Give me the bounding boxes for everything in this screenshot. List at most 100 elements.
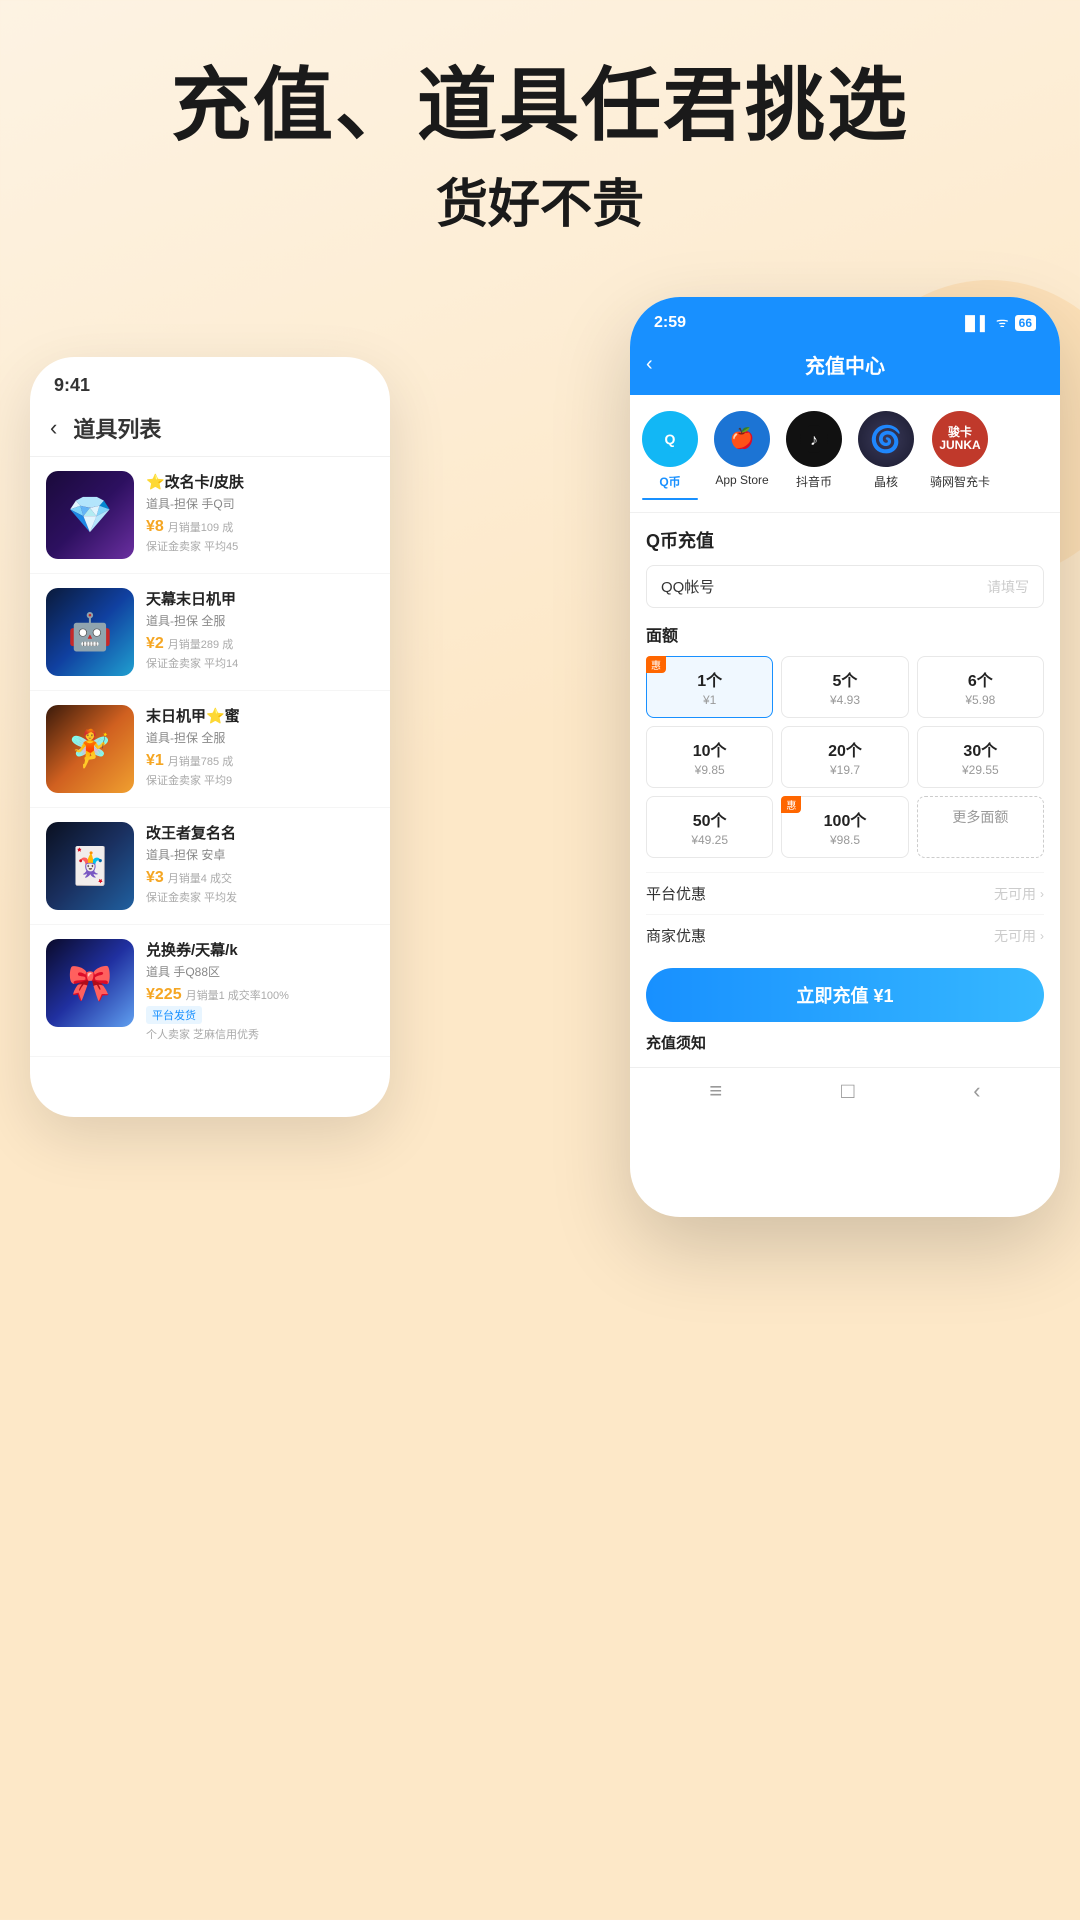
item-thumbnail: 🤖 bbox=[46, 588, 134, 676]
item-tag: 道具-担保 手Q司 bbox=[146, 495, 374, 512]
item-extra: 个人卖家 芝麻信用优秀 bbox=[146, 1026, 374, 1042]
amount-qty: 50个 bbox=[655, 807, 764, 831]
amount-badge: 惠 bbox=[646, 656, 666, 673]
qq-input-row[interactable]: QQ帐号 请填写 bbox=[646, 565, 1044, 608]
nav-menu-icon[interactable]: ≡ bbox=[709, 1078, 722, 1104]
tab-active-indicator bbox=[642, 498, 698, 500]
item-guarantee: 保证金卖家 平均14 bbox=[146, 655, 374, 671]
merchant-discount-value: 无可用 › bbox=[994, 926, 1044, 946]
tab-appstore[interactable]: 🍎 App Store bbox=[714, 411, 770, 500]
amount-cell-8[interactable]: 惠 100个 ¥98.5 bbox=[781, 796, 908, 858]
item-name: 末日机甲⭐蜜 bbox=[146, 705, 374, 726]
item-price: ¥225 bbox=[146, 986, 182, 1003]
nav-back-icon[interactable]: ‹ bbox=[973, 1078, 980, 1104]
amount-cell-5[interactable]: 20个 ¥19.7 bbox=[781, 726, 908, 788]
item-tag: 道具 手Q88区 bbox=[146, 963, 374, 980]
item-name: 天幕末日机甲 bbox=[146, 588, 374, 609]
thumb-icon: 🤖 bbox=[46, 588, 134, 676]
tab-jinghe[interactable]: 🌀 晶核 bbox=[858, 411, 914, 500]
tab-qb-label: Q币 bbox=[659, 473, 680, 490]
front-back-button[interactable]: ‹ bbox=[646, 353, 653, 376]
platform-discount-label: 平台优惠 bbox=[646, 883, 706, 904]
back-phone-header: ‹ 道具列表 bbox=[30, 404, 390, 457]
item-name: 兑换券/天幕/k bbox=[146, 939, 374, 960]
list-item[interactable]: 💎 ⭐改名卡/皮肤 道具-担保 手Q司 ¥8月销量109 成 保证金卖家 平均4… bbox=[30, 457, 390, 574]
merchant-discount-row[interactable]: 商家优惠 无可用 › bbox=[646, 914, 1044, 956]
thumb-icon: 🧚 bbox=[46, 705, 134, 793]
amount-price: ¥49.25 bbox=[655, 833, 764, 847]
qq-label: QQ帐号 bbox=[661, 576, 714, 597]
merchant-discount-label: 商家优惠 bbox=[646, 925, 706, 946]
recharge-title: Q币充值 bbox=[646, 527, 1044, 553]
list-item[interactable]: 🤖 天幕末日机甲 道具-担保 全服 ¥2月销量289 成 保证金卖家 平均14 bbox=[30, 574, 390, 691]
jinghe-icon: 🌀 bbox=[858, 411, 914, 467]
appstore-icon: 🍎 bbox=[714, 411, 770, 467]
status-time: 2:59 bbox=[654, 314, 686, 332]
amount-cell-7[interactable]: 50个 ¥49.25 bbox=[646, 796, 773, 858]
item-sales: 月销量785 成 bbox=[168, 756, 233, 768]
hero-section: 充值、道具任君挑选 货好不贵 bbox=[0, 0, 1080, 257]
nav-home-icon[interactable]: □ bbox=[841, 1078, 854, 1104]
item-info: 末日机甲⭐蜜 道具-担保 全服 ¥1月销量785 成 保证金卖家 平均9 bbox=[146, 705, 374, 788]
item-info: ⭐改名卡/皮肤 道具-担保 手Q司 ¥8月销量109 成 保证金卖家 平均45 bbox=[146, 471, 374, 554]
platform-badge: 平台发货 bbox=[146, 1006, 202, 1024]
tab-appstore-label: App Store bbox=[715, 473, 768, 487]
item-sales: 月销量289 成 bbox=[168, 639, 233, 651]
amount-cell-more[interactable]: 更多面额 bbox=[917, 796, 1044, 858]
amount-qty: 1个 bbox=[655, 667, 764, 691]
amount-qty: 10个 bbox=[655, 737, 764, 761]
amount-price: ¥98.5 bbox=[790, 833, 899, 847]
item-name: ⭐改名卡/皮肤 bbox=[146, 471, 374, 492]
amount-cell-1[interactable]: 惠 1个 ¥1 bbox=[646, 656, 773, 718]
item-guarantee: 保证金卖家 平均45 bbox=[146, 538, 374, 554]
wifi-icon: ᯤ bbox=[996, 313, 1009, 332]
tab-douyin-label: 抖音币 bbox=[796, 473, 832, 490]
item-price: ¥1 bbox=[146, 752, 164, 769]
item-thumbnail: 🃏 bbox=[46, 822, 134, 910]
svg-text:Q: Q bbox=[665, 431, 676, 447]
platform-discount-row[interactable]: 平台优惠 无可用 › bbox=[646, 872, 1044, 914]
item-info: 天幕末日机甲 道具-担保 全服 ¥2月销量289 成 保证金卖家 平均14 bbox=[146, 588, 374, 671]
amount-cell-4[interactable]: 10个 ¥9.85 bbox=[646, 726, 773, 788]
phones-area: 9:41 ‹ 道具列表 💎 ⭐改名卡/皮肤 道具-担保 手Q司 ¥8月销量109… bbox=[0, 297, 1080, 1717]
front-phone-header: ‹ 充值中心 bbox=[630, 342, 1060, 395]
amount-section-title: 面额 bbox=[646, 622, 1044, 646]
amount-price: ¥19.7 bbox=[790, 763, 899, 777]
front-phone-bottom-nav: ≡ □ ‹ bbox=[630, 1067, 1060, 1114]
amount-badge: 惠 bbox=[781, 796, 801, 813]
item-info: 兑换券/天幕/k 道具 手Q88区 ¥225月销量1 成交率100% 平台发货 … bbox=[146, 939, 374, 1042]
item-guarantee: 保证金卖家 平均9 bbox=[146, 772, 374, 788]
qq-placeholder: 请填写 bbox=[987, 577, 1029, 597]
item-guarantee: 保证金卖家 平均发 bbox=[146, 889, 374, 905]
item-price: ¥3 bbox=[146, 869, 164, 886]
item-info: 改王者复名名 道具-担保 安卓 ¥3月销量4 成交 保证金卖家 平均发 bbox=[146, 822, 374, 905]
hero-title: 充值、道具任君挑选 bbox=[60, 60, 1020, 152]
amount-cell-2[interactable]: 5个 ¥4.93 bbox=[781, 656, 908, 718]
amount-cell-6[interactable]: 30个 ¥29.55 bbox=[917, 726, 1044, 788]
tab-qb[interactable]: Q Q币 bbox=[642, 411, 698, 500]
item-thumbnail: 🧚 bbox=[46, 705, 134, 793]
recharge-button[interactable]: 立即充值 ¥1 bbox=[646, 968, 1044, 1022]
tab-douyin[interactable]: ♪ 抖音币 bbox=[786, 411, 842, 500]
tab-junka-label: 骑网智充卡 bbox=[930, 473, 990, 490]
item-thumbnail: 💎 bbox=[46, 471, 134, 559]
tab-icons-bar: Q Q币 🍎 App Store bbox=[630, 395, 1060, 513]
hero-subtitle: 货好不贵 bbox=[60, 162, 1020, 237]
amount-more-label: 更多面额 bbox=[926, 807, 1035, 827]
tab-jinghe-label: 晶核 bbox=[874, 473, 898, 490]
junka-icon: 骏卡JUNKA bbox=[932, 411, 988, 467]
list-item[interactable]: 🎀 兑换券/天幕/k 道具 手Q88区 ¥225月销量1 成交率100% 平台发… bbox=[30, 925, 390, 1057]
douyin-icon: ♪ bbox=[786, 411, 842, 467]
thumb-icon: 💎 bbox=[46, 471, 134, 559]
back-arrow-icon[interactable]: ‹ bbox=[50, 415, 57, 441]
list-item[interactable]: 🧚 末日机甲⭐蜜 道具-担保 全服 ¥1月销量785 成 保证金卖家 平均9 bbox=[30, 691, 390, 808]
item-thumbnail: 🎀 bbox=[46, 939, 134, 1027]
amount-cell-3[interactable]: 6个 ¥5.98 bbox=[917, 656, 1044, 718]
item-tag: 道具-担保 全服 bbox=[146, 612, 374, 629]
platform-discount-arrow-icon: › bbox=[1040, 887, 1044, 901]
back-phone-status: 9:41 bbox=[30, 357, 390, 404]
list-item[interactable]: 🃏 改王者复名名 道具-担保 安卓 ¥3月销量4 成交 保证金卖家 平均发 bbox=[30, 808, 390, 925]
svg-text:♪: ♪ bbox=[810, 432, 818, 449]
item-sales: 月销量4 成交 bbox=[168, 873, 232, 885]
tab-junka[interactable]: 骏卡JUNKA 骑网智充卡 bbox=[930, 411, 990, 500]
